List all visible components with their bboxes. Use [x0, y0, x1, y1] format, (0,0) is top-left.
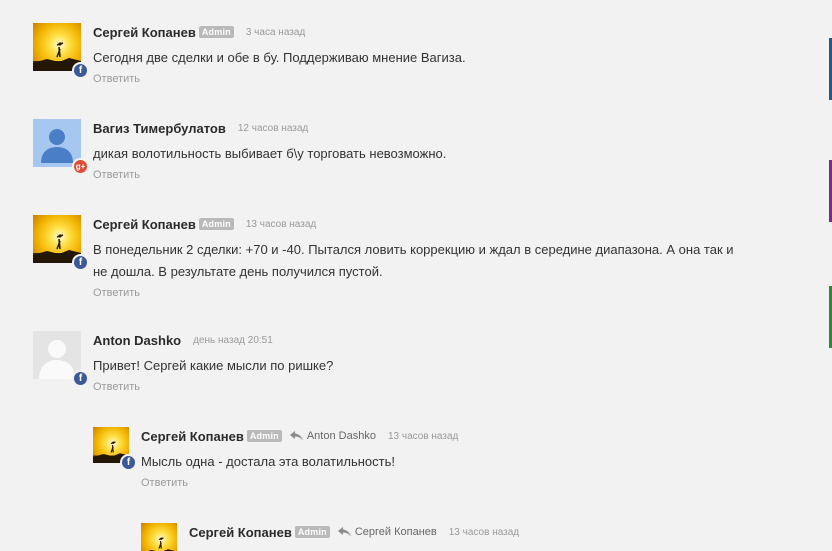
comment-text-line: не дошла. В результате день получился пу…	[93, 264, 383, 279]
reply-to[interactable]: Anton Dashko	[289, 430, 376, 442]
comment-body: Anton Dashko день назад 20:51 Привет! Се…	[93, 331, 333, 395]
comment-author[interactable]: Anton Dashko	[93, 333, 181, 348]
comment-body: Вагиз Тимербулатов 12 часов назад дикая …	[93, 119, 446, 183]
reply-button[interactable]: Ответить	[141, 477, 188, 489]
comment-body: Сергей Копанев Admin 13 часов назад В по…	[93, 215, 734, 301]
comment-time[interactable]: 13 часов назад	[449, 527, 519, 538]
comment-header: Anton Dashko день назад 20:51	[93, 331, 333, 349]
reply-to-name: Anton Dashko	[306, 430, 376, 442]
comment-text-line: Привет! Сергей какие мысли по ришке?	[93, 358, 334, 373]
facebook-icon: f	[72, 62, 89, 79]
admin-badge: Admin	[294, 526, 330, 538]
avatar[interactable]: g+	[33, 119, 89, 175]
comment-header: Сергей Копанев Admin Сергей Копанев 13 ч…	[189, 523, 519, 541]
facebook-icon: f	[120, 454, 137, 471]
comment-time[interactable]: 13 часов назад	[388, 431, 458, 442]
comment-author[interactable]: Сергей Копанев	[93, 25, 196, 40]
avatar[interactable]	[141, 523, 177, 551]
sunset-avatar-icon	[141, 523, 177, 551]
avatar[interactable]: f	[33, 215, 89, 271]
admin-badge: Admin	[198, 218, 234, 230]
comment-text-line: дикая волотильность выбивает б\у торгова…	[93, 146, 447, 161]
reply-to[interactable]: Сергей Копанев	[337, 526, 437, 538]
comment-author[interactable]: Сергей Копанев	[141, 429, 244, 444]
comment-header: Сергей Копанев Admin 3 часа назад	[93, 23, 466, 41]
comment-text: Мысль одна - достала эта волатильность!	[141, 450, 458, 473]
admin-badge: Admin	[246, 430, 282, 442]
comment-text-line: Сегодня две сделки и обе в бу. Поддержив…	[93, 50, 466, 65]
comment-text: Сегодня две сделки и обе в бу. Поддержив…	[93, 46, 466, 69]
comment-header: Сергей Копанев Admin 13 часов назад	[93, 215, 734, 233]
avatar[interactable]: f	[93, 427, 137, 471]
comment-text-line: Мысль одна - достала эта волатильность!	[141, 454, 395, 469]
comment-time[interactable]: 3 часа назад	[246, 27, 305, 38]
comment-time[interactable]: 13 часов назад	[246, 219, 316, 230]
reply-button[interactable]: Ответить	[93, 73, 140, 85]
comment-time[interactable]: день назад 20:51	[193, 335, 273, 346]
comment-body: Сергей Копанев Admin Anton Dashko 13 час…	[141, 427, 458, 491]
comment-header: Вагиз Тимербулатов 12 часов назад	[93, 119, 446, 137]
reply-button[interactable]: Ответить	[93, 287, 140, 299]
comment-body: Сергей Копанев Admin Сергей Копанев 13 ч…	[189, 523, 519, 541]
admin-badge: Admin	[198, 26, 234, 38]
comment-text: Привет! Сергей какие мысли по ришке?	[93, 354, 333, 377]
reply-button[interactable]: Ответить	[93, 169, 140, 181]
comment-author[interactable]: Сергей Копанев	[93, 217, 196, 232]
reply-arrow-icon	[337, 527, 351, 537]
comment-text: дикая волотильность выбивает б\у торгова…	[93, 142, 446, 165]
comment-header: Сергей Копанев Admin Anton Dashko 13 час…	[141, 427, 458, 445]
avatar[interactable]: f	[33, 23, 89, 79]
comment-body: Сергей Копанев Admin 3 часа назад Сегодн…	[93, 23, 466, 87]
comment-time[interactable]: 12 часов назад	[238, 123, 308, 134]
comment-text-line: В понедельник 2 сделки: +70 и -40. Пытал…	[93, 242, 734, 257]
comment-text: В понедельник 2 сделки: +70 и -40. Пытал…	[93, 238, 734, 283]
reply-to-name: Сергей Копанев	[354, 526, 437, 538]
comment-author[interactable]: Вагиз Тимербулатов	[93, 121, 226, 136]
google-plus-icon: g+	[72, 158, 89, 175]
facebook-icon: f	[72, 370, 89, 387]
comment-author[interactable]: Сергей Копанев	[189, 525, 292, 540]
avatar[interactable]: f	[33, 331, 89, 387]
reply-arrow-icon	[289, 431, 303, 441]
reply-button[interactable]: Ответить	[93, 381, 140, 393]
facebook-icon: f	[72, 254, 89, 271]
